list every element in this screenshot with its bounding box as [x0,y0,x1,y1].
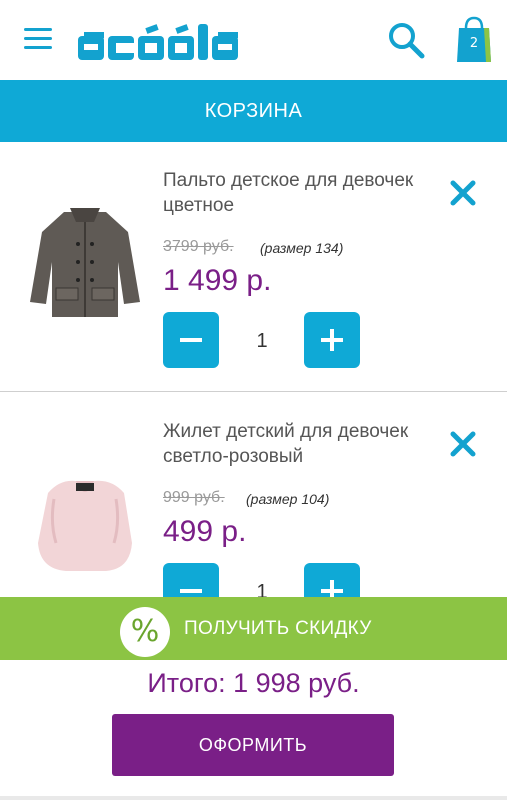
plus-icon [321,329,343,351]
percent-icon: % [120,607,170,657]
checkout-button[interactable]: ОФОРМИТЬ [112,714,394,776]
old-price: 3799 руб. [163,238,234,255]
size-label: (размер 134) [260,240,344,256]
product-image-vest [38,480,132,571]
page-title: КОРЗИНА [0,80,507,142]
old-price: 999 руб. [163,489,225,506]
product-name[interactable]: Жилет детский для девочек светло-розовый [163,419,433,469]
get-discount-label: ПОЛУЧИТЬ СКИДКУ [184,618,372,639]
cart-item: Пальто детское для девочек цветное 3799 … [0,142,507,392]
cart-count-badge: 2 [469,36,479,51]
divider [0,796,507,800]
size-label: (размер 104) [246,491,330,507]
current-price: 1 499 р. [163,264,272,297]
close-icon[interactable] [448,178,478,208]
menu-icon[interactable] [24,28,52,50]
total-amount: Итого: 1 998 руб. [147,668,360,698]
current-price: 499 р. [163,515,247,548]
increase-quantity-button[interactable] [304,312,360,368]
decrease-quantity-button[interactable] [163,312,219,368]
acoola-logo[interactable] [78,24,264,64]
quantity-value: 1 [256,330,268,352]
product-name[interactable]: Пальто детское для девочек цветное [163,168,433,218]
product-image-coat [30,208,140,317]
search-icon[interactable] [386,20,426,60]
minus-icon [180,338,202,342]
close-icon[interactable] [448,429,478,459]
app-bar: 2 [0,0,507,80]
